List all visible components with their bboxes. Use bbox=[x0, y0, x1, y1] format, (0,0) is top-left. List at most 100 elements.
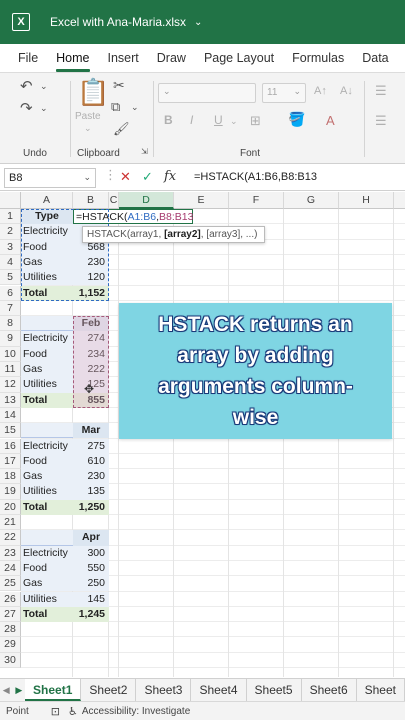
cell-a23[interactable]: Electricity bbox=[21, 545, 73, 561]
column-header-h[interactable]: H bbox=[339, 192, 394, 209]
row-header-22[interactable]: 22 bbox=[0, 530, 21, 546]
row-header-24[interactable]: 24 bbox=[0, 560, 21, 577]
cell-a26[interactable]: Utilities bbox=[21, 591, 73, 607]
chevron-down-icon[interactable]: ⌄ bbox=[230, 116, 238, 127]
redo-icon[interactable]: ↷ bbox=[20, 99, 33, 117]
row-header-7[interactable]: 7 bbox=[0, 300, 21, 317]
paste-icon[interactable]: 📋 bbox=[77, 77, 109, 108]
align-top-icon[interactable]: ☰ bbox=[375, 83, 387, 99]
row-header-27[interactable]: 27 bbox=[0, 606, 21, 623]
sheet-next-icon[interactable]: ▶ bbox=[13, 685, 26, 696]
cell-a11[interactable]: Gas bbox=[21, 362, 73, 378]
row-header-12[interactable]: 12 bbox=[0, 377, 21, 393]
chevron-down-icon[interactable]: ⌄ bbox=[131, 102, 139, 113]
tab-data[interactable]: Data bbox=[353, 51, 397, 72]
cell-b16[interactable]: 275 bbox=[73, 438, 109, 454]
font-name-box[interactable]: ⌄ bbox=[158, 83, 256, 103]
row-header-18[interactable]: 18 bbox=[0, 469, 21, 485]
column-header-e[interactable]: E bbox=[174, 192, 229, 209]
chevron-down-icon[interactable]: ⌄ bbox=[83, 172, 91, 183]
dialog-launcher-icon[interactable]: ⇲ bbox=[141, 147, 148, 156]
row-header-14[interactable]: 14 bbox=[0, 407, 21, 424]
sheet-tab-5[interactable]: Sheet5 bbox=[247, 679, 302, 701]
row-header-5[interactable]: 5 bbox=[0, 270, 21, 286]
copy-icon[interactable]: ⧉ bbox=[111, 99, 120, 115]
accessibility-status[interactable]: Accessibility: Investigate bbox=[82, 706, 190, 717]
align-left-icon[interactable]: ☰ bbox=[375, 113, 387, 129]
cell-b23[interactable]: 300 bbox=[73, 545, 109, 561]
row-header-20[interactable]: 20 bbox=[0, 499, 21, 515]
paste-label[interactable]: Paste bbox=[75, 111, 101, 122]
fx-icon[interactable]: fx bbox=[164, 169, 176, 184]
cancel-icon[interactable]: ✕ bbox=[120, 169, 131, 185]
cell-a17[interactable]: Food bbox=[21, 453, 73, 470]
underline-icon[interactable]: U bbox=[214, 113, 223, 127]
column-header-i[interactable] bbox=[394, 192, 405, 209]
sheet-tab-6[interactable]: Sheet6 bbox=[302, 679, 357, 701]
row-header-15[interactable]: 15 bbox=[0, 423, 21, 439]
italic-icon[interactable]: I bbox=[190, 113, 193, 127]
row-header-17[interactable]: 17 bbox=[0, 453, 21, 470]
cell-b22[interactable]: Apr bbox=[73, 530, 109, 546]
cell-a18[interactable]: Gas bbox=[21, 469, 73, 485]
formula-input[interactable]: =HSTACK(A1:B6,B8:B13 bbox=[194, 171, 317, 183]
row-header-25[interactable]: 25 bbox=[0, 576, 21, 592]
sheet-tab-1[interactable]: Sheet1 bbox=[25, 679, 82, 701]
tab-insert[interactable]: Insert bbox=[99, 51, 148, 72]
cell-b25[interactable]: 250 bbox=[73, 576, 109, 592]
document-title[interactable]: Excel with Ana-Maria.xlsx bbox=[50, 15, 186, 29]
sheet-prev-icon[interactable]: ◀ bbox=[0, 685, 13, 696]
sheet-tab-3[interactable]: Sheet3 bbox=[136, 679, 192, 701]
cell-a20[interactable]: Total bbox=[21, 499, 73, 515]
fill-color-icon[interactable]: 🪣 bbox=[288, 111, 305, 128]
row-header-1[interactable]: 1 bbox=[0, 209, 21, 225]
cell-a13[interactable]: Total bbox=[21, 392, 73, 408]
cell-b24[interactable]: 550 bbox=[73, 560, 109, 577]
row-header-10[interactable]: 10 bbox=[0, 346, 21, 362]
row-header-16[interactable]: 16 bbox=[0, 438, 21, 454]
sheet-tab-4[interactable]: Sheet4 bbox=[191, 679, 247, 701]
select-all-corner[interactable] bbox=[0, 192, 21, 209]
tab-file[interactable]: File bbox=[0, 51, 47, 72]
row-header-19[interactable]: 19 bbox=[0, 484, 21, 500]
cell-a24[interactable]: Food bbox=[21, 560, 73, 577]
cell-b19[interactable]: 135 bbox=[73, 484, 109, 500]
sheet-tab-2[interactable]: Sheet2 bbox=[81, 679, 137, 701]
sheet-tab-7[interactable]: Sheet bbox=[357, 679, 405, 701]
tab-page-layout[interactable]: Page Layout bbox=[195, 51, 283, 72]
row-header-23[interactable]: 23 bbox=[0, 545, 21, 561]
macro-record-icon[interactable]: ⊡ bbox=[51, 705, 60, 718]
chevron-down-icon[interactable]: ⌄ bbox=[163, 86, 251, 97]
cut-icon[interactable]: ✂ bbox=[113, 77, 125, 94]
check-icon[interactable]: ✓ bbox=[142, 169, 153, 185]
cell-a16[interactable]: Electricity bbox=[21, 438, 73, 454]
cell-a10[interactable]: Food bbox=[21, 346, 73, 362]
row-header-29[interactable]: 29 bbox=[0, 637, 21, 653]
row-header-30[interactable]: 30 bbox=[0, 652, 21, 668]
chevron-down-icon[interactable]: ⌄ bbox=[194, 17, 202, 28]
cell-a27[interactable]: Total bbox=[21, 606, 73, 623]
cell-a22[interactable] bbox=[21, 530, 73, 546]
borders-icon[interactable]: ⊞ bbox=[250, 113, 261, 129]
row-header-28[interactable]: 28 bbox=[0, 622, 21, 638]
cell-b27[interactable]: 1,245 bbox=[73, 606, 109, 623]
font-color-icon[interactable]: A bbox=[326, 113, 335, 128]
shrink-font-icon[interactable]: A↓ bbox=[340, 85, 353, 97]
column-header-d[interactable]: D bbox=[119, 192, 174, 209]
cell-b20[interactable]: 1,250 bbox=[73, 499, 109, 515]
undo-icon[interactable]: ↶ bbox=[20, 77, 33, 95]
chevron-down-icon[interactable]: ⌄ bbox=[84, 123, 92, 134]
row-header-4[interactable]: 4 bbox=[0, 254, 21, 271]
tab-home[interactable]: Home bbox=[47, 51, 98, 72]
chevron-down-icon[interactable]: ⌄ bbox=[40, 103, 48, 114]
cell-b18[interactable]: 230 bbox=[73, 469, 109, 485]
column-header-g[interactable]: G bbox=[284, 192, 339, 209]
accessibility-icon[interactable]: ♿ bbox=[68, 705, 78, 718]
name-box[interactable]: B8 ⌄ bbox=[4, 168, 96, 188]
row-header-21[interactable]: 21 bbox=[0, 515, 21, 531]
row-header-13[interactable]: 13 bbox=[0, 392, 21, 408]
format-painter-icon[interactable]: 🖌 bbox=[113, 121, 130, 137]
row-header-26[interactable]: 26 bbox=[0, 591, 21, 607]
row-header-8[interactable]: 8 bbox=[0, 316, 21, 332]
tab-review[interactable]: Re bbox=[398, 51, 405, 72]
